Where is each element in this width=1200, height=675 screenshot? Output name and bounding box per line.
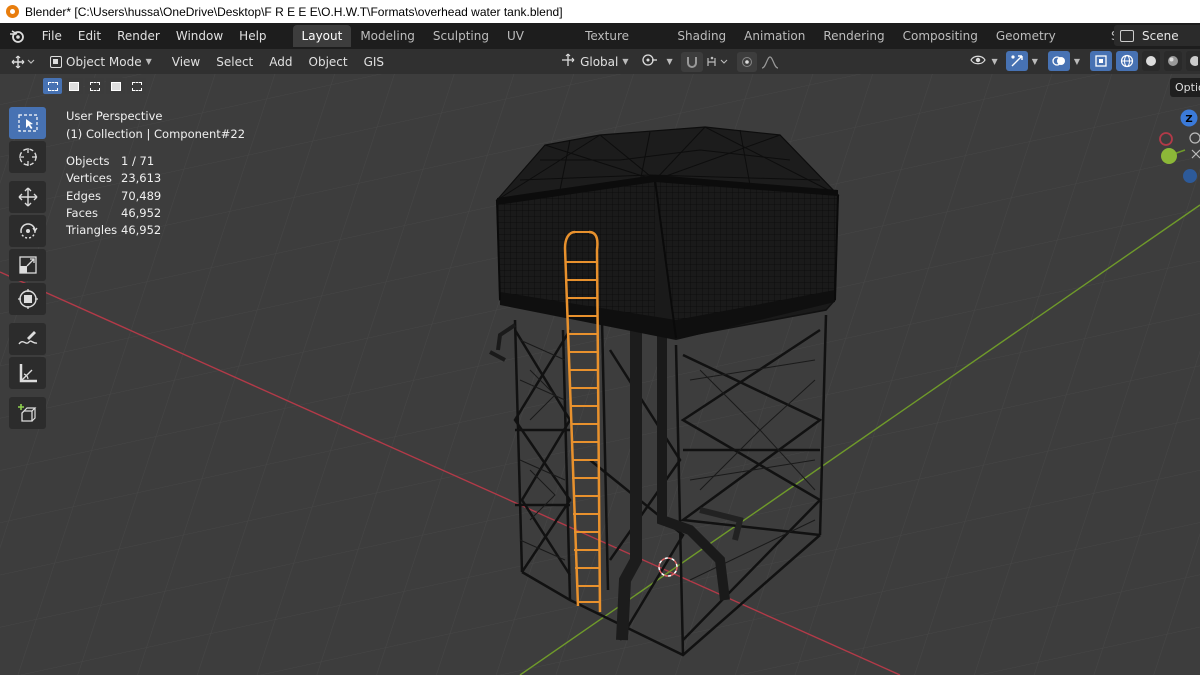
stat-value: 46,952 bbox=[121, 205, 162, 220]
tab-modeling[interactable]: Modeling bbox=[351, 25, 424, 47]
chevron-down-icon[interactable]: ▼ bbox=[1074, 57, 1080, 66]
gizmo-z-label: Z bbox=[1185, 114, 1192, 125]
header-menu-add[interactable]: Add bbox=[261, 55, 300, 69]
stat-value: 46,952 bbox=[121, 223, 162, 238]
select-invert-icon[interactable] bbox=[106, 78, 125, 94]
chevron-down-icon[interactable]: ▼ bbox=[1032, 57, 1038, 66]
menu-help[interactable]: Help bbox=[231, 25, 274, 47]
workspace-tabs: Layout Modeling Sculpting UV Editing Tex… bbox=[292, 23, 1200, 65]
header-menu-gis[interactable]: GIS bbox=[356, 55, 392, 69]
options-button[interactable]: Optio bbox=[1170, 78, 1200, 97]
stat-label: Edges bbox=[66, 188, 101, 203]
tab-geometry-nodes[interactable]: Geometry Nodes bbox=[987, 25, 1102, 65]
select-new-icon[interactable] bbox=[43, 78, 62, 94]
stat-label: Triangles bbox=[66, 223, 118, 238]
tab-rendering[interactable]: Rendering bbox=[814, 25, 893, 47]
tool-shelf bbox=[9, 107, 46, 429]
pivot-icon bbox=[641, 53, 663, 70]
menu-edit[interactable]: Edit bbox=[70, 25, 109, 47]
rendered-shading-icon[interactable] bbox=[1186, 51, 1200, 71]
chevron-down-icon: ▼ bbox=[145, 57, 152, 66]
tab-layout[interactable]: Layout bbox=[292, 25, 352, 47]
window-title: Blender* [C:\Users\hussa\OneDrive\Deskto… bbox=[25, 4, 563, 19]
chevron-down-icon: ▼ bbox=[666, 57, 673, 66]
tab-texture-paint[interactable]: Texture Paint bbox=[576, 25, 668, 65]
viewport-header: Object Mode ▼ View Select Add Object GIS… bbox=[0, 49, 1200, 74]
move-tool-icon[interactable] bbox=[9, 181, 46, 213]
proportional-edit-icon[interactable] bbox=[736, 51, 757, 72]
stat-label: Objects bbox=[66, 154, 110, 168]
add-cube-tool-icon[interactable] bbox=[9, 397, 46, 429]
eye-icon bbox=[969, 53, 988, 70]
editor-type-button[interactable] bbox=[8, 52, 38, 72]
tab-sculpting[interactable]: Sculpting bbox=[424, 25, 498, 47]
visibility-dropdown[interactable]: ▼ bbox=[966, 51, 1002, 71]
scale-tool-icon[interactable] bbox=[9, 249, 46, 281]
top-menubar: File Edit Render Window Help Layout Mode… bbox=[0, 23, 1200, 65]
cursor-tool-icon[interactable] bbox=[9, 141, 46, 173]
blender-logo-icon[interactable] bbox=[6, 25, 28, 47]
scene-label: Scene bbox=[1142, 28, 1179, 43]
chevron-down-icon: ▼ bbox=[991, 56, 998, 66]
stat-label: Vertices bbox=[66, 171, 112, 186]
active-collection-label: (1) Collection | Component#22 bbox=[66, 127, 246, 141]
mode-dropdown[interactable]: Object Mode ▼ bbox=[44, 52, 158, 72]
gizmo-toggle-icon[interactable] bbox=[1005, 51, 1028, 71]
window-titlebar: Blender* [C:\Users\hussa\OneDrive\Deskto… bbox=[0, 0, 1200, 23]
object-mode-icon bbox=[50, 55, 62, 68]
material-shading-icon[interactable] bbox=[1164, 51, 1182, 71]
transform-tool-icon[interactable] bbox=[9, 283, 46, 315]
tab-uv-editing[interactable]: UV Editing bbox=[498, 25, 576, 65]
select-extend-icon[interactable] bbox=[64, 78, 83, 94]
view-name-label: User Perspective bbox=[66, 109, 163, 123]
overlays-toggle-icon[interactable] bbox=[1047, 51, 1070, 71]
stat-value: 1 / 71 bbox=[121, 154, 155, 168]
header-menu-select[interactable]: Select bbox=[208, 55, 261, 69]
snap-toggle-icon[interactable] bbox=[680, 51, 703, 72]
mode-label: Object Mode bbox=[66, 54, 142, 69]
header-menu-object[interactable]: Object bbox=[301, 55, 356, 69]
header-menu-view[interactable]: View bbox=[164, 55, 208, 69]
viewport-info-overlay: User Perspective (1) Collection | Compon… bbox=[66, 107, 245, 239]
menu-window[interactable]: Window bbox=[168, 25, 231, 47]
solid-shading-icon[interactable] bbox=[1142, 51, 1160, 71]
tab-compositing[interactable]: Compositing bbox=[894, 25, 987, 47]
scene-selector[interactable]: Scene bbox=[1114, 25, 1200, 46]
chevron-down-icon: ▼ bbox=[622, 57, 629, 66]
select-subtract-icon[interactable] bbox=[85, 78, 104, 94]
snap-target-icon[interactable] bbox=[703, 52, 735, 72]
orientation-dropdown[interactable]: Global ▼ bbox=[554, 52, 634, 72]
stat-label: Faces bbox=[66, 205, 98, 220]
falloff-icon[interactable] bbox=[757, 52, 787, 72]
orientation-icon bbox=[560, 53, 576, 70]
tab-animation[interactable]: Animation bbox=[735, 25, 814, 47]
xray-toggle-icon[interactable] bbox=[1090, 51, 1112, 71]
stat-value: 23,613 bbox=[121, 171, 162, 186]
orientation-label: Global bbox=[580, 54, 619, 69]
selection-mode-group bbox=[43, 78, 146, 94]
stat-value: 70,489 bbox=[121, 188, 162, 203]
gizmo-z-negative[interactable] bbox=[1183, 169, 1197, 183]
measure-tool-icon[interactable] bbox=[9, 357, 46, 389]
gizmo-y-positive[interactable] bbox=[1161, 148, 1177, 164]
menu-render[interactable]: Render bbox=[109, 25, 168, 47]
wireframe-shading-icon[interactable] bbox=[1116, 51, 1138, 71]
tab-shading[interactable]: Shading bbox=[668, 25, 735, 47]
scene-icon bbox=[1120, 29, 1134, 42]
select-intersect-icon[interactable] bbox=[127, 78, 146, 94]
scene-statistics: Objects 1 / 71 Vertices 23,613 Edges 70,… bbox=[66, 153, 245, 239]
annotate-tool-icon[interactable] bbox=[9, 323, 46, 355]
select-box-tool-icon[interactable] bbox=[9, 107, 46, 139]
blender-app-icon bbox=[6, 5, 19, 18]
pivot-dropdown[interactable]: ▼ bbox=[635, 52, 679, 72]
menu-file[interactable]: File bbox=[34, 25, 70, 47]
rotate-tool-icon[interactable] bbox=[9, 215, 46, 247]
